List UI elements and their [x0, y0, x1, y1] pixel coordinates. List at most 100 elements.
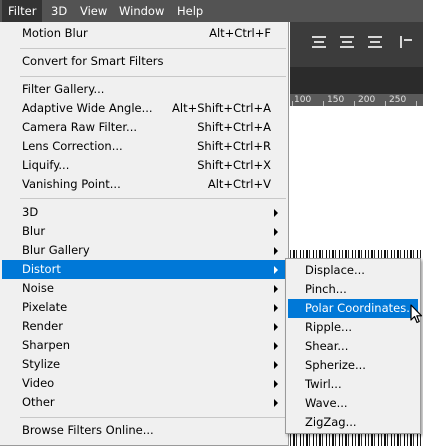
menu-item-label: Blur Gallery: [22, 243, 90, 257]
submenu-item-polar-coordinates[interactable]: Polar Coordinates...: [288, 299, 418, 318]
align-top-icon[interactable]: [312, 36, 326, 48]
menu-item-adaptive-wide-angle[interactable]: Adaptive Wide Angle... Alt+Shift+Ctrl+A: [2, 99, 286, 118]
submenu-arrow-icon: [274, 304, 278, 312]
menu-item-label: Camera Raw Filter...: [22, 120, 138, 134]
menu-item-label: Convert for Smart Filters: [22, 54, 164, 68]
menu-item-label: Noise: [22, 281, 54, 295]
menu-item-label: Video: [22, 376, 55, 390]
submenu-arrow-icon: [274, 285, 278, 293]
menu-separator: [20, 417, 286, 418]
menu-3d[interactable]: 3D: [45, 0, 73, 22]
menu-item-convert-smart-filters[interactable]: Convert for Smart Filters: [2, 52, 286, 71]
horizontal-ruler: 100 150 200 250: [290, 94, 423, 106]
menu-item-label: Distort: [22, 262, 61, 276]
submenu-item-label: Shear...: [305, 339, 349, 353]
menu-item-blur-gallery[interactable]: Blur Gallery: [2, 241, 286, 260]
submenu-item-wave[interactable]: Wave...: [288, 394, 418, 413]
menu-item-label: Stylize: [22, 357, 61, 371]
filter-menu: Motion Blur Alt+Ctrl+F Convert for Smart…: [0, 22, 289, 446]
menu-item-shortcut: Shift+Ctrl+R: [197, 139, 271, 153]
menu-filter[interactable]: Filter: [2, 0, 43, 22]
menu-item-label: Lens Correction...: [22, 139, 123, 153]
submenu-item-twirl[interactable]: Twirl...: [288, 375, 418, 394]
menu-item-label: Motion Blur: [22, 26, 88, 40]
submenu-item-label: ZigZag...: [305, 415, 357, 429]
document-tab-strip: [290, 67, 423, 94]
submenu-arrow-icon: [274, 247, 278, 255]
submenu-arrow-icon: [274, 342, 278, 350]
menu-item-vanishing-point[interactable]: Vanishing Point... Alt+Ctrl+V: [2, 175, 286, 194]
submenu-item-label: Twirl...: [305, 377, 342, 391]
menu-item-liquify[interactable]: Liquify... Shift+Ctrl+X: [2, 156, 286, 175]
menu-item-label: Render: [22, 319, 63, 333]
submenu-item-spherize[interactable]: Spherize...: [288, 356, 418, 375]
menu-item-label: 3D: [22, 205, 39, 219]
menu-separator: [20, 198, 286, 199]
menu-item-motion-blur[interactable]: Motion Blur Alt+Ctrl+F: [2, 24, 286, 43]
document-canvas[interactable]: [290, 106, 423, 250]
menu-item-shortcut: Alt+Shift+Ctrl+A: [172, 101, 271, 115]
menu-item-3d[interactable]: 3D: [2, 203, 286, 222]
submenu-item-label: Displace...: [305, 263, 365, 277]
menu-item-render[interactable]: Render: [2, 317, 286, 336]
distribute-icon[interactable]: [400, 36, 414, 48]
menu-window[interactable]: Window: [113, 0, 170, 22]
menu-item-shortcut: Alt+Ctrl+V: [207, 177, 271, 191]
submenu-item-label: Polar Coordinates...: [305, 301, 418, 315]
menu-item-shortcut: Shift+Ctrl+X: [197, 158, 271, 172]
menu-item-label: Sharpen: [22, 338, 71, 352]
menu-item-label: Browse Filters Online...: [22, 423, 154, 437]
submenu-item-label: Ripple...: [305, 320, 353, 334]
menu-item-shortcut: Alt+Ctrl+F: [209, 26, 271, 40]
menu-item-filter-gallery[interactable]: Filter Gallery...: [2, 80, 286, 99]
menu-item-video[interactable]: Video: [2, 374, 286, 393]
mouse-pointer-icon: [410, 304, 423, 324]
submenu-arrow-icon: [274, 361, 278, 369]
menu-item-other[interactable]: Other: [2, 393, 286, 412]
ruler-tick-label: 250: [389, 95, 407, 105]
submenu-arrow-icon: [274, 209, 278, 217]
menu-item-noise[interactable]: Noise: [2, 279, 286, 298]
menu-item-label: Vanishing Point...: [22, 177, 121, 191]
menu-item-label: Blur: [22, 224, 46, 238]
menu-item-camera-raw-filter[interactable]: Camera Raw Filter... Shift+Ctrl+A: [2, 118, 286, 137]
submenu-item-displace[interactable]: Displace...: [288, 261, 418, 280]
submenu-item-shear[interactable]: Shear...: [288, 337, 418, 356]
ruler-tick-label: 150: [327, 95, 345, 105]
menu-item-stylize[interactable]: Stylize: [2, 355, 286, 374]
menu-item-label: Adaptive Wide Angle...: [22, 101, 153, 115]
ruler-tick-label: 200: [358, 95, 376, 105]
submenu-arrow-icon: [274, 323, 278, 331]
menu-item-pixelate[interactable]: Pixelate: [2, 298, 286, 317]
submenu-item-label: Wave...: [305, 396, 348, 410]
distort-submenu: Displace... Pinch... Polar Coordinates..…: [285, 258, 421, 434]
menu-item-label: Other: [22, 395, 55, 409]
submenu-arrow-icon: [274, 399, 278, 407]
menu-view[interactable]: View: [74, 0, 113, 22]
submenu-arrow-icon: [274, 380, 278, 388]
submenu-arrow-icon: [274, 266, 278, 274]
submenu-item-label: Pinch...: [305, 282, 347, 296]
align-bottom-icon[interactable]: [368, 36, 382, 48]
submenu-item-label: Spherize...: [305, 358, 366, 372]
align-middle-icon[interactable]: [340, 36, 354, 48]
submenu-item-zigzag[interactable]: ZigZag...: [288, 413, 418, 432]
submenu-arrow-icon: [274, 228, 278, 236]
menu-item-blur[interactable]: Blur: [2, 222, 286, 241]
menu-bar: Filter 3D View Window Help: [0, 0, 423, 22]
menu-item-shortcut: Shift+Ctrl+A: [197, 120, 271, 134]
menu-item-browse-filters-online[interactable]: Browse Filters Online...: [2, 421, 286, 440]
menu-separator: [20, 48, 286, 49]
submenu-item-ripple[interactable]: Ripple...: [288, 318, 418, 337]
menu-item-label: Pixelate: [22, 300, 68, 314]
menu-help[interactable]: Help: [171, 0, 209, 22]
menu-item-label: Liquify...: [22, 158, 70, 172]
menu-item-label: Filter Gallery...: [22, 82, 105, 96]
menu-item-lens-correction[interactable]: Lens Correction... Shift+Ctrl+R: [2, 137, 286, 156]
submenu-item-pinch[interactable]: Pinch...: [288, 280, 418, 299]
ruler-tick-label: 100: [294, 95, 312, 105]
options-toolbar: [290, 22, 423, 67]
menu-separator: [20, 76, 286, 77]
menu-item-sharpen[interactable]: Sharpen: [2, 336, 286, 355]
menu-item-distort[interactable]: Distort: [2, 260, 286, 279]
